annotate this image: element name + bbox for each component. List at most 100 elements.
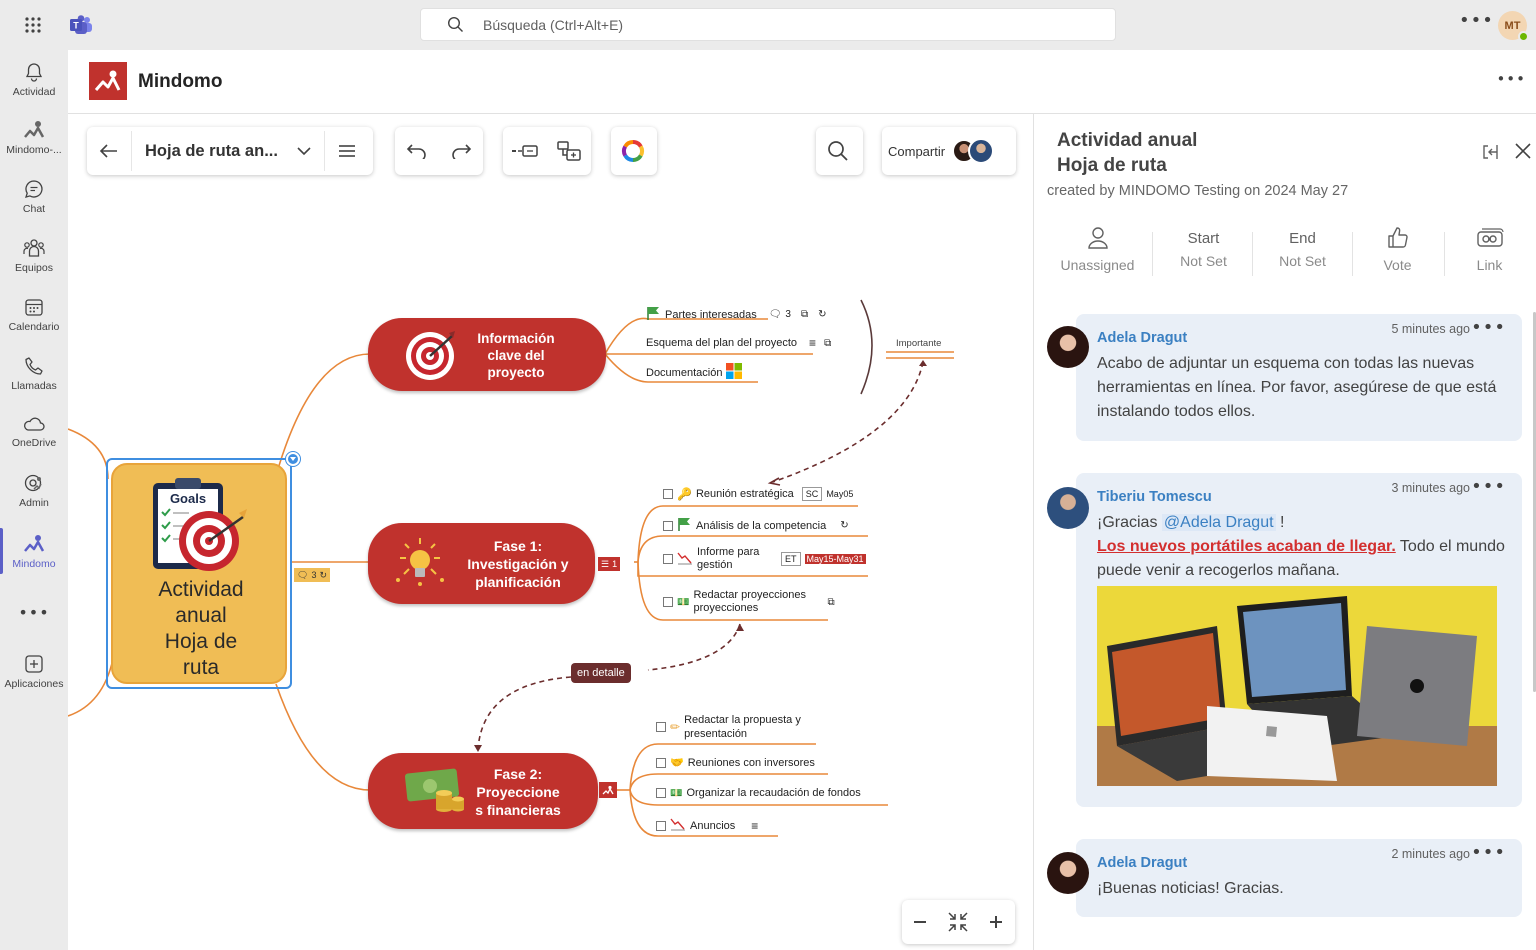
rail-item-aplicaciones[interactable]: Aplicaciones [0,642,68,700]
rail-item-mindomo-app[interactable]: Mindomo-... [0,108,68,166]
leaf-label: Análisis de la competencia [696,519,827,532]
leaf-label: Reunión estratégica [695,488,794,500]
rail-item-admin[interactable]: Admin [0,461,68,519]
laptops-image[interactable] [1097,586,1497,786]
rail-label: Calendario [8,320,60,333]
date-tag: May15-May31 [804,554,866,564]
task-checkbox[interactable] [656,820,666,831]
comment-text: ¡Buenas noticias! Gracias. [1097,880,1284,897]
topic-line: Investigación y [467,556,569,572]
start-date-button[interactable]: Start Not Set [1156,226,1251,269]
rail-item-llamadas[interactable]: Llamadas [0,344,68,402]
comment-more-icon[interactable]: ••• [1471,476,1506,497]
phone-icon [23,355,45,377]
topic-info[interactable]: Información clave del proyecto [368,318,606,391]
comment-author[interactable]: Adela Dragut [1097,330,1187,346]
action-label: Unassigned [1060,257,1135,273]
topic-fase1[interactable]: Fase 1: Investigación y planificación [368,523,595,604]
vote-button[interactable]: Vote [1350,226,1445,273]
rail-label: Equipos [15,261,53,274]
search-input[interactable]: Búsqueda (Ctrl+Alt+E) [483,17,623,33]
task-checkbox[interactable] [656,788,666,798]
relation-label-text: en detalle [577,667,625,679]
task-checkbox[interactable] [663,597,673,607]
topic-line: Fase 1: [493,538,543,554]
comment-more-icon[interactable]: ••• [1471,317,1506,338]
task-checkbox[interactable] [656,722,666,732]
fit-to-screen-button[interactable] [938,900,978,944]
leaf-esquema[interactable]: Esquema del plan del proyecto ≡ ⧉ [646,336,831,350]
app-header: Mindomo ••• [68,50,1536,114]
chart-down-icon [670,817,686,834]
collapse-toggle-icon[interactable] [286,452,300,466]
topic-line: proyecto [487,365,545,380]
leaf-redactar-propuesta[interactable]: ✏ Redactar la propuesta y presentación [656,713,814,741]
boundary-label[interactable]: Importante [896,338,941,349]
relation-label[interactable]: en detalle [571,663,631,683]
panel-title-line: Hoja de ruta [1057,155,1167,176]
calendar-icon [23,296,45,318]
rail-item-equipos[interactable]: Equipos [0,226,68,284]
clipboard-label: Goals [170,491,206,506]
comment-hyperlink[interactable]: Los nuevos portátiles acaban de llegar. [1097,538,1396,555]
dock-panel-icon[interactable] [1480,142,1500,166]
lightbulb-icon [394,536,446,593]
task-checkbox[interactable] [663,554,673,564]
rail-item-mindomo[interactable]: Mindomo [0,522,68,580]
leaf-organizar[interactable]: 💵 Organizar la recaudación de fondos [656,787,861,799]
link-button[interactable]: Link [1442,226,1536,273]
comment-time: 3 minutes ago [1391,481,1470,495]
app-more-icon[interactable]: ••• [1496,70,1526,88]
presence-available-icon [1518,31,1529,42]
rail-item-actividad[interactable]: Actividad [0,50,68,108]
search-box[interactable]: Búsqueda (Ctrl+Alt+E) [420,8,1116,41]
teams-top-bar: T Búsqueda (Ctrl+Alt+E) ••• MT [0,0,1536,50]
central-topic[interactable]: Goals Actividad anual Hoja de ruta [111,463,287,684]
leaf-documentacion[interactable]: Documentación [646,363,743,382]
comment-more-icon[interactable]: ••• [1471,842,1506,863]
mind-map-canvas[interactable]: Hoja de ruta an... Compartir Goals Activ… [68,114,1033,950]
leaf-reuniones[interactable]: 🤝 Reuniones con inversores [656,756,815,769]
zoom-out-button[interactable] [902,900,938,944]
central-title-line: anual [175,604,227,627]
add-app-icon [23,653,45,675]
comment-author[interactable]: Tiberiu Tomescu [1097,489,1212,505]
more-options-icon[interactable]: ••• [1459,10,1494,31]
rail-item-chat[interactable]: Chat [0,167,68,225]
mindomo-link-badge[interactable] [599,782,617,798]
notes-icon: ≡ [751,818,759,833]
mention-link[interactable]: @Adela Dragut [1161,514,1276,531]
topic-details-panel: Actividad anual Hoja de ruta created by … [1033,114,1536,950]
close-icon[interactable] [1514,142,1532,164]
task-checkbox[interactable] [663,520,673,531]
resource-tag: SC [801,487,823,501]
rail-item-onedrive[interactable]: OneDrive [0,402,68,460]
leaf-informe[interactable]: Informe para gestión ET May15-May31 [663,546,866,572]
topic-fase2[interactable]: Fase 2: Proyeccione s financieras [368,753,598,829]
avatar[interactable]: MT [1498,11,1529,42]
assign-button[interactable]: Unassigned [1050,226,1145,273]
leaf-partes-interesadas[interactable]: Partes interesadas 🗨 3 ⧉ ↻ [646,306,827,323]
leaf-anuncios[interactable]: Anuncios ≡ [656,817,758,834]
comment-author[interactable]: Adela Dragut [1097,855,1187,871]
end-date-button[interactable]: End Not Set [1255,226,1350,269]
thumbs-up-icon [1387,227,1408,248]
handshake-icon: 🤝 [670,757,684,769]
rail-item-calendario[interactable]: Calendario [0,285,68,343]
topic-line: s financieras [475,802,561,818]
rail-item-more[interactable]: ••• [0,583,68,641]
leaf-reunion[interactable]: 🔑 Reunión estratégica SC May05 [663,487,853,501]
central-topic-selection[interactable]: Goals Actividad anual Hoja de ruta [106,452,300,689]
leaf-analisis[interactable]: Análisis de la competencia ↻ [663,517,849,534]
leaf-redactar-proyecciones[interactable]: 💵 Redactar proyecciones proyecciones ⧉ [663,589,835,615]
task-list-badge[interactable]: ☰ 1 [598,557,621,571]
app-launcher-icon[interactable] [22,14,44,36]
created-info: created by MINDOMO Testing on 2024 May 2… [1047,183,1349,199]
leaf-label: Anuncios [690,819,736,832]
central-comment-badge[interactable]: 🗨 3 ↻ [294,568,330,582]
zoom-in-button[interactable] [978,900,1014,944]
link-icon: ↻ [840,520,849,531]
task-checkbox[interactable] [663,489,673,499]
leaf-label: Redactar la propuesta y presentación [684,714,801,740]
task-checkbox[interactable] [656,757,666,768]
